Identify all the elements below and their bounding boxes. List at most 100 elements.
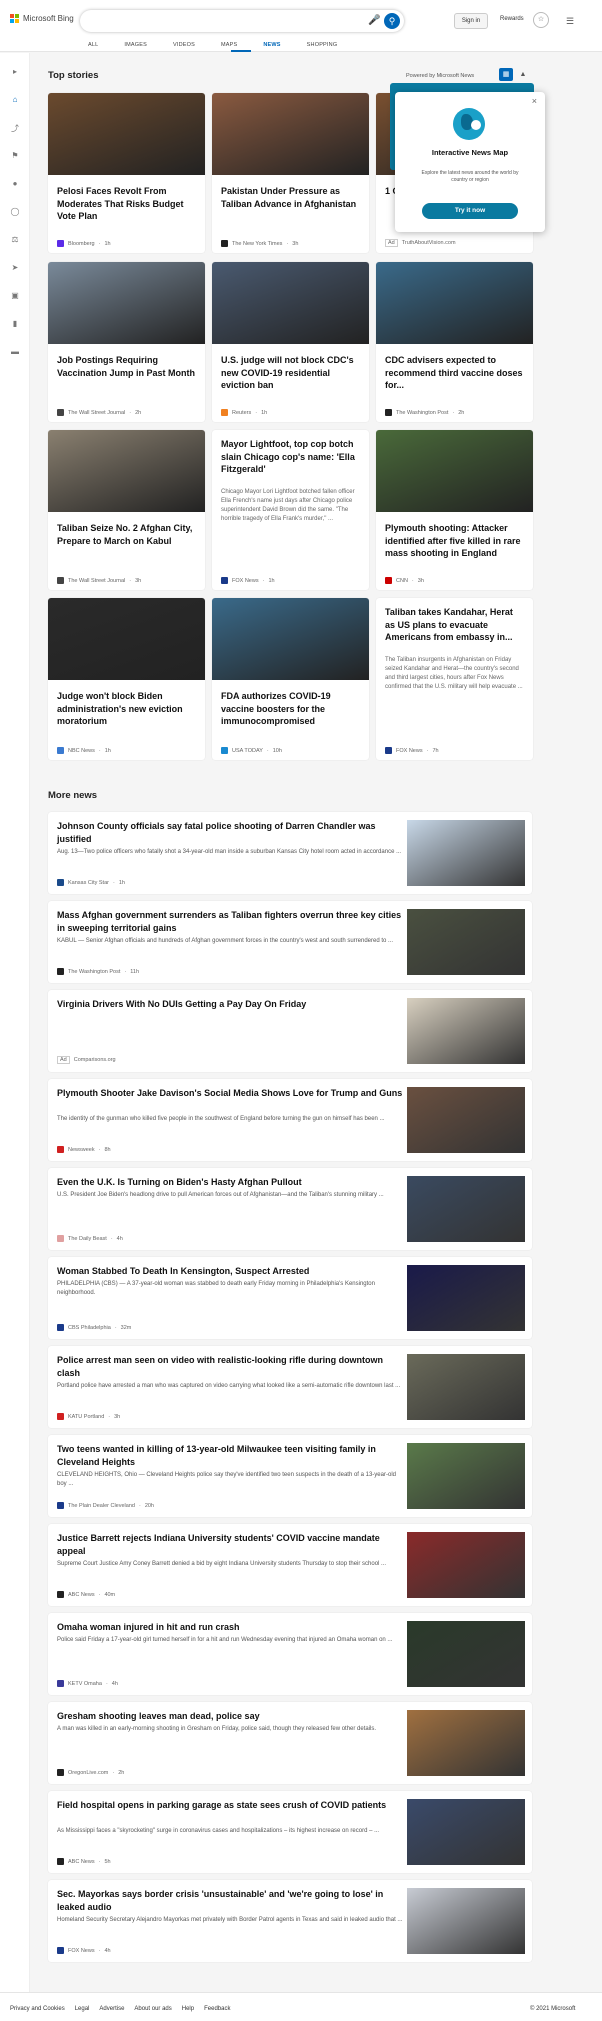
flag-icon[interactable]: ⚑ <box>10 151 20 160</box>
story-card[interactable]: Pelosi Faces Revolt From Moderates That … <box>48 93 205 253</box>
footer-link-help[interactable]: Help <box>182 2006 194 2012</box>
news-thumbnail[interactable] <box>407 820 525 886</box>
story-title[interactable]: Plymouth shooting: Attacker identified a… <box>385 522 525 560</box>
source-name[interactable]: KETV Omaha <box>68 1681 102 1687</box>
microphone-icon[interactable]: 🎤 <box>368 15 380 27</box>
news-list-item[interactable]: Plymouth Shooter Jake Davison's Social M… <box>48 1079 532 1161</box>
story-card[interactable]: Taliban Seize No. 2 Afghan City, Prepare… <box>48 430 205 590</box>
footer-link-legal[interactable]: Legal <box>75 2006 90 2012</box>
news-thumbnail[interactable] <box>407 1354 525 1420</box>
source-name[interactable]: The Washington Post <box>396 410 448 416</box>
trending-icon[interactable]: ⤴ <box>10 123 20 134</box>
source-name[interactable]: Reuters <box>232 410 251 416</box>
story-card[interactable]: Taliban takes Kandahar, Herat as US plan… <box>376 598 533 760</box>
source-name[interactable]: Newsweek <box>68 1147 95 1153</box>
story-image[interactable] <box>212 598 369 680</box>
entertainment-icon[interactable]: ▣ <box>10 291 20 300</box>
news-title[interactable]: Virginia Drivers With No DUIs Getting a … <box>57 998 407 1011</box>
sign-in-button[interactable]: Sign in <box>454 13 488 29</box>
news-title[interactable]: Even the U.K. Is Turning on Biden's Hast… <box>57 1176 407 1189</box>
news-thumbnail[interactable] <box>407 1265 525 1331</box>
source-name[interactable]: OregonLive.com <box>68 1770 108 1776</box>
news-list-item[interactable]: Omaha woman injured in hit and run crash… <box>48 1613 532 1695</box>
news-thumbnail[interactable] <box>407 909 525 975</box>
tab-all[interactable]: ALL <box>88 42 98 48</box>
tab-videos[interactable]: VIDEOS <box>173 42 195 48</box>
source-name[interactable]: FOX News <box>396 748 423 754</box>
story-title[interactable]: Job Postings Requiring Vaccination Jump … <box>57 354 197 379</box>
news-thumbnail[interactable] <box>407 1799 525 1865</box>
news-title[interactable]: Sec. Mayorkas says border crisis 'unsust… <box>57 1888 407 1914</box>
story-card[interactable]: Job Postings Requiring Vaccination Jump … <box>48 262 205 422</box>
try-it-now-button[interactable]: Try it now <box>422 203 518 219</box>
news-title[interactable]: Two teens wanted in killing of 13-year-o… <box>57 1443 407 1469</box>
rewards-medal-icon[interactable]: ☆ <box>533 12 549 28</box>
story-image[interactable] <box>212 93 369 175</box>
news-list-item[interactable]: Justice Barrett rejects Indiana Universi… <box>48 1524 532 1606</box>
source-name[interactable]: Comparisons.org <box>74 1057 116 1063</box>
source-name[interactable]: The Plain Dealer Cleveland <box>68 1503 135 1509</box>
news-list-item[interactable]: Two teens wanted in killing of 13-year-o… <box>48 1435 532 1517</box>
news-list-item[interactable]: Woman Stabbed To Death In Kensington, Su… <box>48 1257 532 1339</box>
story-image[interactable] <box>48 262 205 344</box>
tab-shopping[interactable]: SHOPPING <box>307 42 338 48</box>
tab-maps[interactable]: MAPS <box>221 42 237 48</box>
story-card[interactable]: FDA authorizes COVID-19 vaccine boosters… <box>212 598 369 760</box>
story-title[interactable]: CDC advisers expected to recommend third… <box>385 354 525 392</box>
story-card[interactable]: CDC advisers expected to recommend third… <box>376 262 533 422</box>
news-list-item[interactable]: Mass Afghan government surrenders as Tal… <box>48 901 532 983</box>
home-icon[interactable]: ⌂ <box>10 95 20 104</box>
source-name[interactable]: CNN <box>396 578 408 584</box>
source-name[interactable]: KATU Portland <box>68 1414 104 1420</box>
news-list-item[interactable]: Field hospital opens in parking garage a… <box>48 1791 532 1873</box>
source-name[interactable]: TruthAboutVision.com <box>402 240 456 246</box>
story-title[interactable]: Mayor Lightfoot, top cop botch slain Chi… <box>221 438 361 476</box>
news-thumbnail[interactable] <box>407 1621 525 1687</box>
story-title[interactable]: Pakistan Under Pressure as Taliban Advan… <box>221 185 361 210</box>
globe-icon[interactable]: ◯ <box>10 207 20 216</box>
news-thumbnail[interactable] <box>407 1710 525 1776</box>
news-thumbnail[interactable] <box>407 1532 525 1598</box>
source-name[interactable]: The Wall Street Journal <box>68 578 125 584</box>
search-box[interactable]: 🎤 ⚲ <box>80 10 404 32</box>
hamburger-menu-icon[interactable]: ☰ <box>566 16 574 27</box>
source-name[interactable]: Kansas City Star <box>68 880 109 886</box>
grid-view-icon[interactable]: ▦ <box>499 68 513 81</box>
close-icon[interactable]: × <box>532 96 537 106</box>
story-title[interactable]: Taliban Seize No. 2 Afghan City, Prepare… <box>57 522 197 547</box>
business-icon[interactable]: ▮ <box>10 319 20 328</box>
news-title[interactable]: Plymouth Shooter Jake Davison's Social M… <box>57 1087 407 1100</box>
news-thumbnail[interactable] <box>407 1176 525 1242</box>
news-list-item[interactable]: Police arrest man seen on video with rea… <box>48 1346 532 1428</box>
story-card[interactable]: U.S. judge will not block CDC's new COVI… <box>212 262 369 422</box>
sports-icon[interactable]: ▬ <box>10 347 20 356</box>
story-card[interactable]: Plymouth shooting: Attacker identified a… <box>376 430 533 590</box>
news-thumbnail[interactable] <box>407 998 525 1064</box>
bing-logo[interactable]: Microsoft Bing <box>10 14 74 23</box>
location-icon[interactable]: ● <box>10 179 20 188</box>
news-title[interactable]: Police arrest man seen on video with rea… <box>57 1354 407 1380</box>
story-image[interactable] <box>48 598 205 680</box>
rocket-icon[interactable]: ➤ <box>10 263 20 272</box>
tab-images[interactable]: IMAGES <box>124 42 147 48</box>
story-card[interactable]: Mayor Lightfoot, top cop botch slain Chi… <box>212 430 369 590</box>
news-title[interactable]: Johnson County officials say fatal polic… <box>57 820 407 846</box>
news-thumbnail[interactable] <box>407 1443 525 1509</box>
story-image[interactable] <box>48 430 205 512</box>
source-name[interactable]: The Wall Street Journal <box>68 410 125 416</box>
news-title[interactable]: Mass Afghan government surrenders as Tal… <box>57 909 407 935</box>
source-name[interactable]: The Washington Post <box>68 969 120 975</box>
source-name[interactable]: The New York Times <box>232 241 282 247</box>
story-image[interactable] <box>376 262 533 344</box>
story-card[interactable]: Judge won't block Biden administration's… <box>48 598 205 760</box>
rewards-link[interactable]: Rewards <box>500 16 524 22</box>
footer-link-privacy[interactable]: Privacy and Cookies <box>10 2006 65 2012</box>
source-name[interactable]: NBC News <box>68 748 95 754</box>
news-list-item[interactable]: Virginia Drivers With No DUIs Getting a … <box>48 990 532 1072</box>
story-title[interactable]: FDA authorizes COVID-19 vaccine boosters… <box>221 690 361 728</box>
news-thumbnail[interactable] <box>407 1087 525 1153</box>
news-thumbnail[interactable] <box>407 1888 525 1954</box>
story-title[interactable]: Judge won't block Biden administration's… <box>57 690 197 728</box>
source-name[interactable]: ABC News <box>68 1859 95 1865</box>
story-title[interactable]: Taliban takes Kandahar, Herat as US plan… <box>385 606 525 644</box>
